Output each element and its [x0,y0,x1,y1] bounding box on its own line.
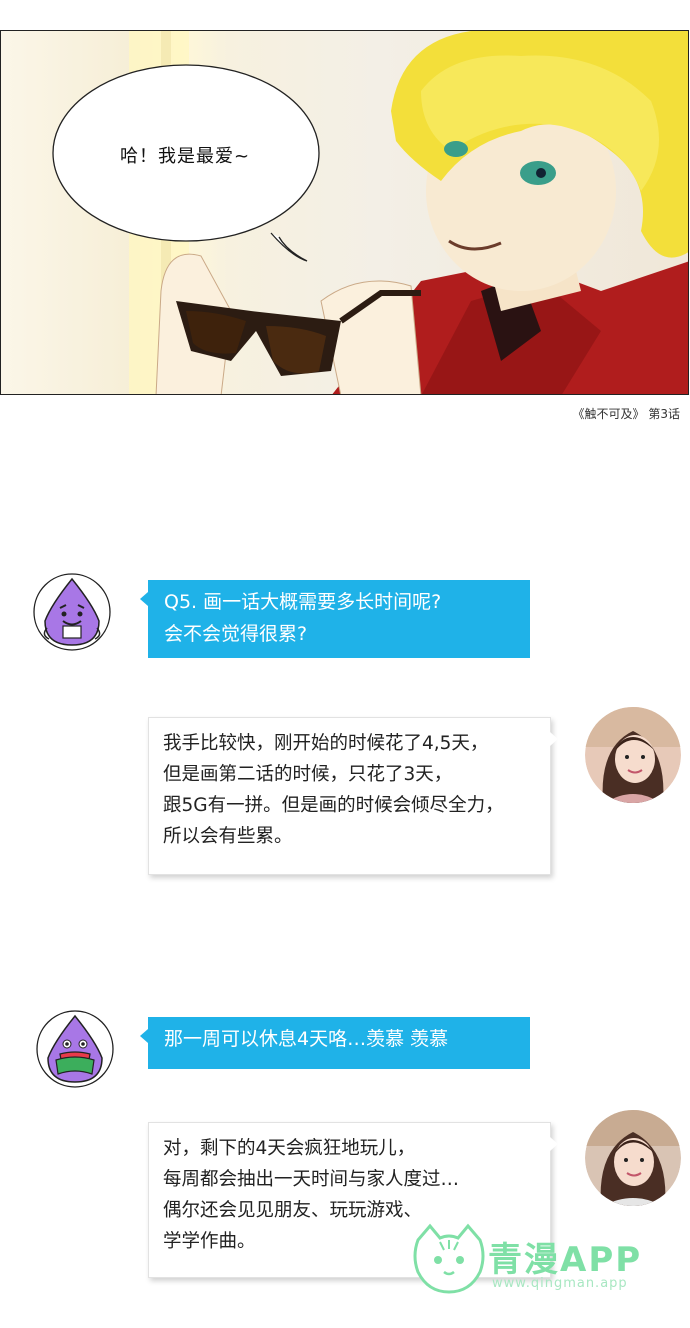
answer-text: 我手比较快，刚开始的时候花了4,5天， [163,733,489,754]
cat-logo-icon [413,1223,485,1294]
watermark-brand: 青漫APP [488,1240,643,1280]
purple-mascot-icon [33,573,111,651]
answer-text: 所以会有些累。 [163,826,293,847]
question-bubble: Q5. 画一话大概需要多长时间呢? 会不会觉得很累? [140,580,530,658]
author-photo [585,1110,681,1206]
answer-text: 跟5G有一拼。但是画的时候会倾尽全力， [163,795,504,816]
question-text: 会不会觉得很累? [164,623,308,645]
question-text: Q5. 画一话大概需要多长时间呢? [164,591,442,613]
interviewer-avatar [33,573,111,651]
watermark-url: www.qingman.app [492,1276,628,1291]
purple-mascot-icon [36,1010,114,1088]
question-text: 那一周可以休息4天咯…羡慕 羡慕 [164,1028,449,1050]
speech-text: 哈！我是最爱~ [120,146,251,167]
author-avatar [585,1110,681,1206]
author-photo [585,707,681,803]
answer-text: 但是画第二话的时候，只花了3天， [163,764,453,785]
question-bubble: 那一周可以休息4天咯…羡慕 羡慕 [140,1017,530,1069]
answer-text: 每周都会抽出一天时间与家人度过… [163,1169,460,1190]
speech-bubble [52,64,320,262]
answer-bubble: 我手比较快，刚开始的时候花了4,5天， 但是画第二话的时候，只花了3天， 跟5G… [148,717,558,875]
answer-text: 对，剩下的4天会疯狂地玩儿， [163,1138,416,1159]
interviewer-avatar [36,1010,114,1088]
author-avatar [585,707,681,803]
panel-caption: 《触不可及》 第3话 [572,407,680,421]
comic-panel [0,30,689,395]
